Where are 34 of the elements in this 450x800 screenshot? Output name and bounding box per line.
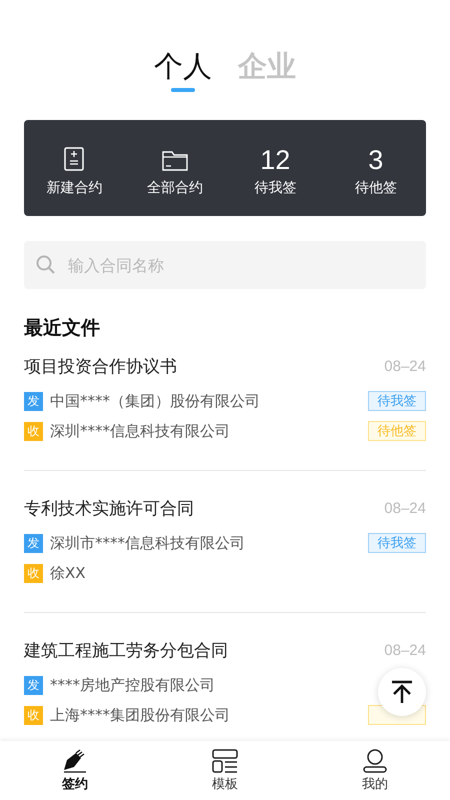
party-name: 深圳市****信息科技有限公司: [50, 534, 245, 552]
count-number[interactable]: 3: [368, 145, 384, 175]
dashboard-label[interactable]: 新建合约: [46, 179, 102, 197]
nav-item[interactable]: 签约: [0, 741, 150, 800]
party-name: 深圳****信息科技有限公司: [50, 422, 230, 440]
dashboard-label[interactable]: 待我签: [254, 179, 296, 197]
nav-item[interactable]: 我的: [300, 741, 450, 800]
search-field[interactable]: 输入合同名称: [24, 241, 426, 289]
document-title[interactable]: 专利技术实施许可合同: [24, 497, 194, 520]
document-date: 08–24: [384, 500, 426, 517]
role-tag: 收: [24, 706, 43, 724]
party-name: 中国****（集团）股份有限公司: [50, 392, 260, 410]
count-number[interactable]: 12: [260, 145, 290, 175]
status-tag: 待我签: [368, 533, 426, 553]
dashboard-label[interactable]: 待他签: [354, 179, 397, 197]
section-title: 最近文件: [24, 316, 101, 341]
party-name: 上海****集团股份有限公司: [50, 706, 230, 724]
role-tag: 收: [24, 564, 43, 582]
document-title[interactable]: 项目投资合作协议书: [24, 355, 177, 378]
nav-item[interactable]: 模板: [150, 741, 300, 800]
search-input[interactable]: 输入合同名称: [66, 254, 426, 276]
role-tag: 发: [24, 392, 43, 410]
party-name: ****房地产控股有限公司: [50, 676, 215, 694]
party-name: 徐XX: [50, 564, 86, 582]
status-tag: 待我签: [368, 391, 426, 411]
status-tag: 待他签: [368, 421, 426, 441]
tab[interactable]: 个人: [154, 48, 212, 108]
document-date: 08–24: [384, 642, 426, 659]
role-tag: 发: [24, 676, 43, 694]
document-date: 08–24: [384, 358, 426, 375]
role-tag: 收: [24, 422, 43, 440]
dashboard-label[interactable]: 全部合约: [146, 179, 203, 197]
document-title[interactable]: 建筑工程施工劳务分包合同: [24, 639, 228, 662]
role-tag: 发: [24, 534, 43, 552]
